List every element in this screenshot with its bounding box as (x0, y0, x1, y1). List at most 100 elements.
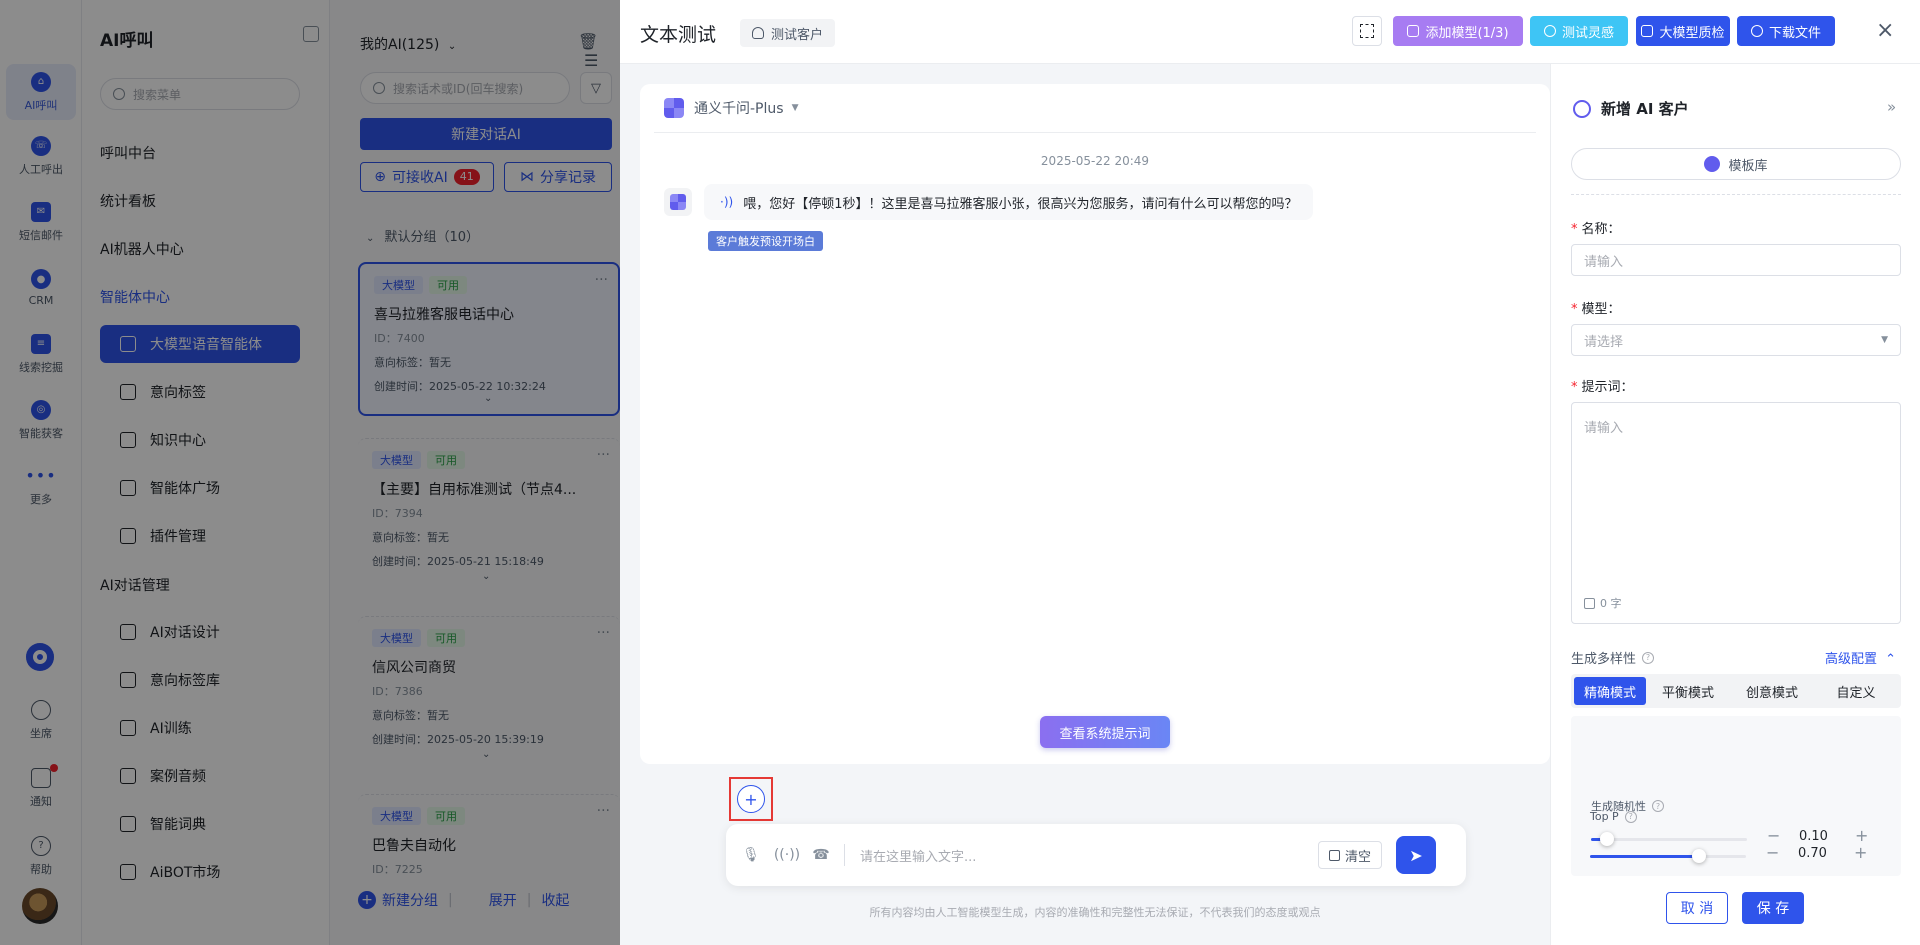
counter-icon (1584, 597, 1595, 609)
prompt-label: * 提示词： (1571, 376, 1634, 395)
model-label: * 模型： (1571, 298, 1621, 317)
hangup-icon[interactable]: ☎ (810, 844, 832, 866)
fullscreen-icon (1360, 24, 1374, 38)
required-mark: * (1571, 302, 1578, 317)
prompt-textarea[interactable]: 请输入 0 字 (1571, 402, 1901, 624)
caret-down-icon: ▼ (791, 103, 799, 113)
chevron-up-icon: ⌃ (1885, 652, 1897, 667)
diversity-label: 生成多样性 ? (1571, 648, 1655, 667)
topp-row: Top P ? − 0.70 + (1570, 810, 1900, 870)
mic-off-icon[interactable]: 🎙 (740, 844, 762, 866)
model-select[interactable]: 请选择 ▼ (1571, 324, 1901, 356)
name-placeholder: 请输入 (1584, 254, 1624, 270)
model-name: 通义千问-Plus (694, 101, 784, 117)
bot-avatar (664, 188, 692, 216)
double-chevron-right-icon[interactable]: » (1887, 98, 1896, 116)
model-placeholder: 请选择 (1584, 334, 1624, 350)
tab-creative[interactable]: 创意模式 (1730, 677, 1814, 705)
cloud-download-icon (1750, 25, 1763, 37)
prompt-placeholder: 请输入 (1584, 421, 1624, 436)
caret-down-icon: ▼ (1881, 335, 1888, 345)
fullscreen-button[interactable] (1352, 16, 1382, 46)
test-inspiration-button[interactable]: 测试灵感 (1530, 16, 1628, 46)
topp-label: Top P ? (1590, 810, 1637, 823)
name-field[interactable]: 请输入 (1571, 244, 1901, 276)
slider-handle[interactable] (1692, 849, 1706, 863)
drawer-header: 文本测试 测试客户 添加模型(1/3) 测试灵感 大模型质检 下载文件 × (620, 0, 1920, 64)
tab-balanced[interactable]: 平衡模式 (1646, 677, 1730, 705)
required-mark: * (1571, 380, 1578, 395)
add-model-button[interactable]: 添加模型(1/3) (1393, 16, 1523, 46)
bot-logo-icon (670, 194, 686, 210)
mode-tabs: 精确模式 平衡模式 创意模式 自定义 (1571, 674, 1901, 708)
add-circle-icon[interactable]: + (737, 785, 765, 813)
topp-label-text: Top P (1590, 810, 1619, 823)
char-count-text: 0 字 (1600, 597, 1622, 610)
quality-label: 大模型质检 (1659, 25, 1725, 41)
name-label-text: 名称： (1581, 222, 1621, 237)
close-icon[interactable]: × (1876, 18, 1894, 44)
topp-slider[interactable] (1590, 849, 1746, 863)
question-icon[interactable]: ? (1642, 651, 1655, 664)
test-customer-chip[interactable]: 测试客户 (740, 19, 836, 47)
question-icon[interactable]: ? (1624, 810, 1637, 823)
send-icon: ➤ (1409, 845, 1423, 865)
name-label: * 名称： (1571, 218, 1621, 237)
add-model-label: 添加模型(1/3) (1425, 25, 1509, 41)
chat-timestamp: 2025-05-22 20:49 (1040, 154, 1150, 168)
divider (1571, 194, 1901, 195)
ai-disclaimer: 所有内容均由人工智能模型生成，内容的准确性和完整性无法保证，不代表我们的态度或观… (869, 906, 1321, 919)
prompt-label-text: 提示词： (1581, 380, 1634, 395)
template-label: 模板库 (1728, 158, 1768, 174)
chat-text-input[interactable]: 请在这里输入文字... (860, 846, 976, 865)
template-library-button[interactable]: 模板库 (1571, 148, 1901, 180)
user-icon (752, 27, 764, 39)
sparkle-icon (1573, 99, 1591, 118)
text-test-drawer: 文本测试 测试客户 添加模型(1/3) 测试灵感 大模型质检 下载文件 × 通义… (620, 0, 1920, 945)
clear-label: 清空 (1344, 849, 1371, 865)
model-selector[interactable]: 通义千问-Plus ▼ (664, 98, 798, 118)
slider-fill (1590, 855, 1699, 858)
tab-precise[interactable]: 精确模式 (1574, 677, 1646, 705)
chat-input-bar: 🎙 ((·)) ☎ 请在这里输入文字... 清空 ➤ (726, 824, 1466, 886)
modal-mask[interactable] (0, 0, 620, 945)
template-icon (1704, 156, 1721, 172)
qwen-logo-icon (664, 98, 684, 118)
eraser-icon (1328, 849, 1340, 861)
minus-icon[interactable]: − (1766, 843, 1779, 862)
divider (844, 844, 845, 866)
save-button[interactable]: 保 存 (1742, 892, 1804, 924)
send-button[interactable]: ➤ (1396, 836, 1436, 874)
tab-custom[interactable]: 自定义 (1814, 677, 1898, 705)
customer-label: 测试客户 (771, 27, 824, 43)
divider (654, 132, 1536, 133)
panel-title: 新增 AI 客户 (1573, 98, 1689, 119)
panel-title-text: 新增 AI 客户 (1601, 100, 1689, 118)
add-attachment-highlight: + (729, 777, 773, 821)
required-mark: * (1571, 222, 1578, 237)
cube-icon (1641, 25, 1654, 37)
bot-message-bubble: ·)) 喂，您好【停顿1秒】！这里是喜马拉雅客服小张，很高兴为您服务，请问有什么… (704, 184, 1314, 220)
broadcast-icon[interactable]: ((·)) (774, 844, 800, 866)
chat-panel: 通义千问-Plus ▼ 2025-05-22 20:49 ·)) 喂，您好【停顿… (640, 84, 1550, 764)
bulb-icon (1543, 25, 1556, 37)
advanced-config-link[interactable]: 高级配置 ⌃ (1825, 648, 1896, 667)
model-label-text: 模型： (1581, 302, 1621, 317)
bot-message-text: 喂，您好【停顿1秒】！这里是喜马拉雅客服小张，很高兴为您服务，请问有什么可以帮您… (743, 196, 1298, 212)
advanced-label: 高级配置 (1825, 652, 1878, 667)
view-system-prompt-button[interactable]: 查看系统提示词 (1040, 716, 1170, 748)
topp-value: 0.70 (1798, 846, 1827, 861)
drawer-title: 文本测试 (640, 24, 717, 46)
audio-wave-icon[interactable]: ·)) (720, 195, 733, 209)
clear-button[interactable]: 清空 (1318, 841, 1382, 869)
download-label: 下载文件 (1768, 25, 1821, 41)
cancel-button[interactable]: 取 消 (1666, 892, 1728, 924)
grid-icon (1407, 25, 1420, 37)
diversity-label-text: 生成多样性 (1571, 652, 1637, 667)
llm-quality-button[interactable]: 大模型质检 (1636, 16, 1730, 46)
plus-icon[interactable]: + (1854, 843, 1867, 862)
char-count: 0 字 (1584, 595, 1622, 611)
download-file-button[interactable]: 下载文件 (1737, 16, 1835, 46)
trigger-tag: 客户触发预设开场白 (708, 231, 823, 251)
inspiration-label: 测试灵感 (1561, 25, 1614, 41)
